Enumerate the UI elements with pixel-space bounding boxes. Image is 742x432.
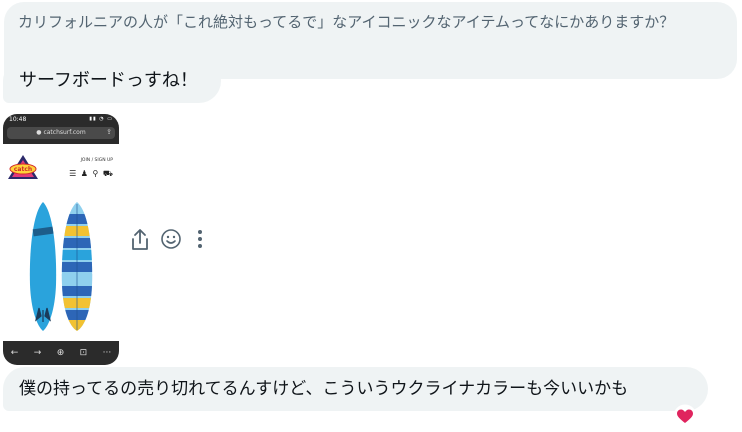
surfboards-image <box>29 202 93 331</box>
heart-reaction-icon[interactable] <box>672 404 698 432</box>
svg-text:catch: catch <box>14 166 32 173</box>
emoji-react-icon[interactable] <box>160 228 182 254</box>
new-tab-icon: ⊕ <box>56 348 65 358</box>
shared-screenshot-image[interactable]: 10:48 ▮▮ ◔ ▭ ● catchsurf.com ⇪ catch JOI… <box>3 114 119 365</box>
browser-bottom-bar: ← → ⊕ ⊡ ··· <box>3 341 119 365</box>
site-nav-icons: ☰ ♟ ⚲ ⛟ <box>69 169 114 178</box>
back-icon: ← <box>10 348 19 358</box>
browser-url-bar: ● catchsurf.com <box>7 127 115 139</box>
question-message-text: カリフォルニアの人が「これ絶対もってるで」なアイコニックなアイテムってなにかあり… <box>18 13 675 31</box>
comment-message-bubble[interactable]: 僕の持ってるの売り切れてるんすけど、こういうウクライナカラーも今いいかも <box>3 367 708 411</box>
join-signup-link: JOIN / SIGN UP <box>80 158 113 163</box>
share-icon[interactable] <box>130 228 150 256</box>
more-vertical-icon[interactable] <box>194 228 206 254</box>
browser-top-bar: 10:48 ▮▮ ◔ ▭ ● catchsurf.com ⇪ <box>3 114 119 144</box>
status-time: 10:48 <box>9 116 27 123</box>
comment-message-text: 僕の持ってるの売り切れてるんすけど、こういうウクライナカラーも今いいかも <box>19 379 629 399</box>
tabs-icon: ⊡ <box>79 348 88 358</box>
url-text: catchsurf.com <box>43 129 86 136</box>
menu-dots-icon: ··· <box>102 348 112 358</box>
browser-share-icon: ⇪ <box>106 128 112 136</box>
catchsurf-logo: catch <box>8 155 38 179</box>
answer-message-text: サーフボードっすね！ <box>19 70 198 91</box>
answer-message-bubble[interactable]: サーフボードっすね！ <box>3 59 221 103</box>
forward-icon: → <box>33 348 42 358</box>
status-indicators: ▮▮ ◔ ▭ <box>89 116 113 122</box>
